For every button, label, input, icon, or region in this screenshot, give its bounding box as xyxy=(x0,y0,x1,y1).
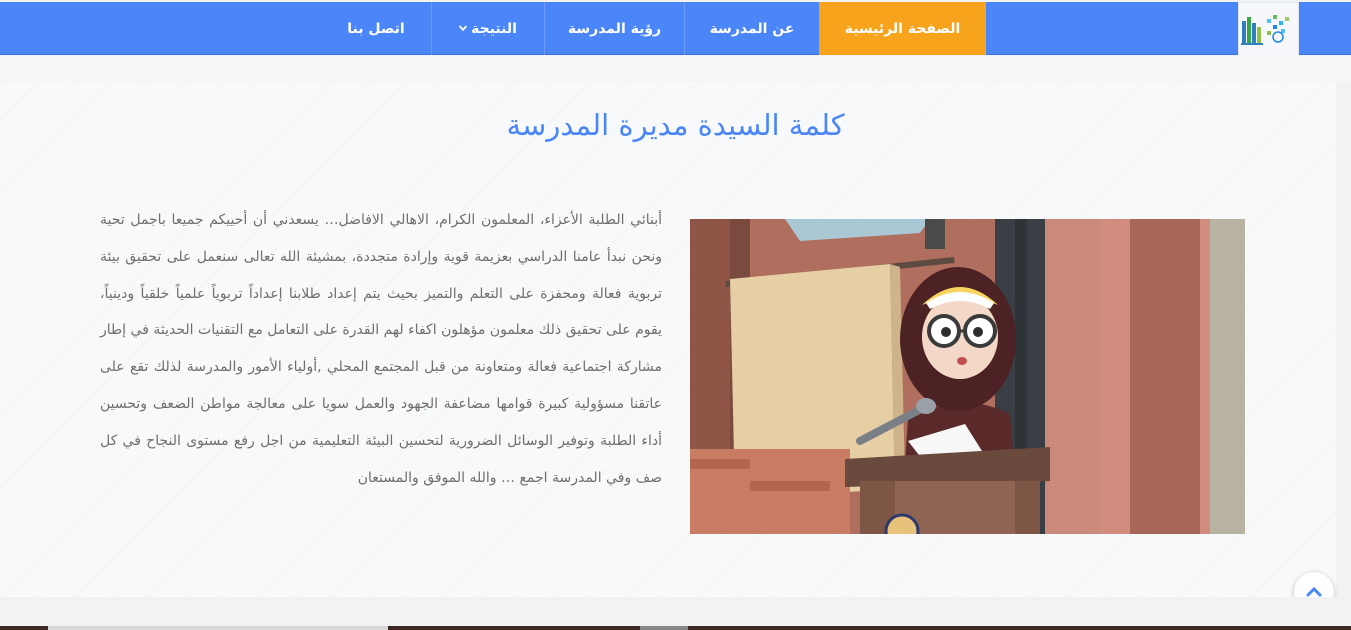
nav-menu: الصفحة الرئيسية عن المدرسة رؤية المدرسة … xyxy=(0,2,1351,55)
chevron-down-icon xyxy=(458,23,468,34)
nav-item-contact[interactable]: اتصل بنا xyxy=(321,2,431,55)
footer-bar xyxy=(0,626,1351,630)
principal-message-section: كلمة السيدة مديرة المدرسة أبنائي الطلبة … xyxy=(0,82,1336,597)
footer-segment xyxy=(640,626,688,630)
navbar: الصفحة الرئيسية عن المدرسة رؤية المدرسة … xyxy=(0,2,1351,72)
footer-segment xyxy=(48,626,388,630)
principal-illustration xyxy=(690,219,1245,534)
principal-message-text: أبنائي الطلبة الأعزاء، المعلمون الكرام، … xyxy=(100,212,662,486)
nav-item-label: عن المدرسة xyxy=(709,20,795,37)
nav-item-home[interactable]: الصفحة الرئيسية xyxy=(819,2,986,55)
nav-item-label: رؤية المدرسة xyxy=(567,20,662,37)
nav-item-label: النتيجة xyxy=(471,20,517,37)
nav-item-label: الصفحة الرئيسية xyxy=(844,20,961,37)
nav-item-about[interactable]: عن المدرسة xyxy=(684,2,819,55)
section-title: كلمة السيدة مديرة المدرسة xyxy=(506,108,845,142)
nav-item-vision[interactable]: رؤية المدرسة xyxy=(544,2,684,55)
nav-item-label: اتصل بنا xyxy=(347,20,405,37)
nav-shadow-strip xyxy=(0,56,1351,82)
nav-item-results[interactable]: النتيجة xyxy=(431,2,544,55)
